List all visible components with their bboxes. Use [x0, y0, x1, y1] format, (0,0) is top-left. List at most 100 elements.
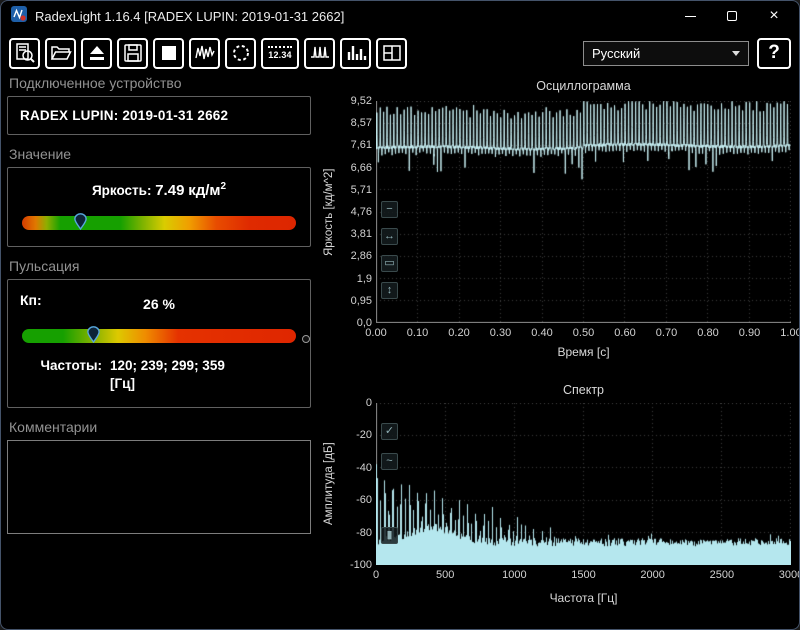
minimize-button[interactable] — [669, 1, 711, 31]
luminance-label: Яркость: — [92, 183, 152, 198]
maximize-icon — [727, 11, 737, 21]
x-tick-label: 3000 — [779, 569, 800, 581]
report-layout-button[interactable] — [376, 38, 407, 69]
left-panel: Подключенное устройство RADEX LUPIN: 201… — [7, 71, 311, 539]
spectrum-button[interactable] — [340, 38, 371, 69]
x-tick-label: 0.20 — [448, 327, 469, 339]
eject-icon — [86, 42, 108, 64]
x-tick-label: 0 — [373, 569, 379, 581]
titlebar[interactable]: RadexLight 1.16.4 [RADEX LUPIN: 2019-01-… — [1, 1, 799, 31]
dashed-circle-icon — [230, 42, 252, 64]
noise-signal-button[interactable] — [189, 38, 220, 69]
oscillogram-canvas[interactable] — [376, 101, 791, 323]
panel-splitter-handle[interactable] — [302, 335, 310, 343]
x-tick-label: 0.00 — [365, 327, 386, 339]
chart-tool-wave-button[interactable]: ~ — [381, 453, 398, 470]
kp-label: Кп: — [20, 292, 42, 308]
pulsation-scale-bar — [22, 329, 296, 343]
connected-device-box: RADEX LUPIN: 2019-01-31 2662 — [7, 96, 311, 135]
chart-tool-solid-bar-button[interactable]: ▮ — [381, 527, 398, 544]
x-tick-label: 1.00 — [780, 327, 800, 339]
x-tick-label: 0.10 — [407, 327, 428, 339]
pulsation-box: Кп: 26 % Частоты: 120; 239; 299; 359 [Гц… — [7, 279, 311, 408]
window-controls: × — [669, 1, 795, 31]
value-box: Яркость: 7.49 кд/м2 — [7, 167, 311, 247]
x-tick-label: 1500 — [571, 569, 595, 581]
window-title: RadexLight 1.16.4 [RADEX LUPIN: 2019-01-… — [35, 9, 344, 24]
oscillogram-y-axis-label: Яркость [кд/м^2] — [321, 101, 337, 323]
eject-device-button[interactable] — [81, 38, 112, 69]
language-select-value: Русский — [592, 46, 640, 61]
x-tick-label: 0.90 — [739, 327, 760, 339]
value-section-header: Значение — [9, 146, 311, 162]
toolbar-buttons: 12.34 — [9, 38, 407, 69]
minimize-icon — [685, 16, 696, 17]
digits-icon: 12.34 — [268, 46, 292, 60]
chart-tool-frame-button[interactable]: ▭ — [381, 255, 398, 272]
x-tick-label: 0.70 — [656, 327, 677, 339]
x-tick-label: 1000 — [502, 569, 526, 581]
pulse-wave-icon — [309, 42, 331, 64]
comments-input[interactable] — [7, 440, 311, 534]
chart-tool-minus-button[interactable]: − — [381, 201, 398, 218]
luminance-unit: кд/м2 — [188, 182, 226, 199]
spectrum-canvas[interactable] — [376, 403, 791, 565]
toolbar: 12.34 Русский ? — [1, 34, 799, 72]
luminance-value-line: Яркость: 7.49 кд/м2 — [20, 181, 298, 199]
oscillogram-x-axis-label: Время [с] — [376, 345, 791, 359]
device-name: RADEX LUPIN: 2019-01-31 2662 — [20, 108, 228, 123]
oscillogram-title: Осциллограмма — [376, 79, 791, 93]
record-button[interactable] — [225, 38, 256, 69]
chart-tool-check-button[interactable]: ✓ — [381, 423, 398, 440]
pulsation-marker — [87, 326, 100, 343]
x-tick-label: 0.80 — [697, 327, 718, 339]
x-tick-label: 0.30 — [490, 327, 511, 339]
frequencies-value: 120; 239; 299; 359 [Гц] — [110, 357, 225, 393]
luminance-marker — [74, 213, 87, 230]
save-button[interactable] — [117, 38, 148, 69]
app-icon — [11, 6, 27, 27]
spectrum-title: Спектр — [376, 383, 791, 397]
chevron-down-icon — [732, 51, 740, 56]
numeric-display-button[interactable]: 12.34 — [261, 38, 299, 69]
x-tick-label: 0.60 — [614, 327, 635, 339]
chart-tool-h-scroll-button[interactable]: ↔ — [381, 228, 398, 245]
noise-wave-icon — [194, 42, 216, 64]
x-tick-label: 500 — [436, 569, 454, 581]
oscillogram-chart: Осциллограмма Яркость [кд/м^2] − ↔ ▭ ↕ Врем… — [319, 79, 797, 361]
app-window: RadexLight 1.16.4 [RADEX LUPIN: 2019-01-… — [0, 0, 800, 630]
report-layout-icon — [381, 42, 403, 64]
close-button[interactable]: × — [753, 1, 795, 31]
chart-tool-v-scroll-button[interactable]: ↕ — [381, 282, 398, 299]
spectrum-plot: ✓ ~ ▮ — [376, 403, 791, 565]
frequencies-label: Частоты: — [20, 357, 102, 393]
comments-box — [7, 440, 311, 539]
kp-value: 26 % — [20, 296, 298, 312]
language-select[interactable]: Русский — [583, 41, 749, 66]
pulsation-section-header: Пульсация — [9, 258, 311, 274]
stop-square-icon — [158, 42, 180, 64]
maximize-button[interactable] — [711, 1, 753, 31]
magnifier-document-icon — [14, 42, 36, 64]
luminance-scale-bar — [22, 216, 296, 230]
comments-section-header: Комментарии — [9, 419, 311, 435]
device-section-header: Подключенное устройство — [9, 75, 311, 91]
spectrum-y-axis-label: Амплитуда [дБ] — [321, 403, 337, 565]
oscillogram-button[interactable] — [304, 38, 335, 69]
x-tick-label: 2000 — [640, 569, 664, 581]
frequencies-row: Частоты: 120; 239; 299; 359 [Гц] — [20, 357, 298, 393]
x-tick-label: 0.40 — [531, 327, 552, 339]
spectrum-chart: Спектр Амплитуда [дБ] ✓ ~ ▮ Частота [Гц] 0… — [319, 383, 797, 607]
spectrum-x-axis-label: Частота [Гц] — [376, 591, 791, 605]
floppy-disk-icon — [122, 42, 144, 64]
oscillogram-plot: − ↔ ▭ ↕ — [376, 101, 791, 323]
help-button[interactable]: ? — [757, 38, 791, 69]
preview-button[interactable] — [9, 38, 40, 69]
x-tick-label: 2500 — [710, 569, 734, 581]
stop-button[interactable] — [153, 38, 184, 69]
close-icon: × — [769, 8, 778, 24]
open-folder-icon — [50, 42, 72, 64]
open-file-button[interactable] — [45, 38, 76, 69]
luminance-value: 7.49 — [155, 182, 184, 199]
x-tick-label: 0.50 — [573, 327, 594, 339]
